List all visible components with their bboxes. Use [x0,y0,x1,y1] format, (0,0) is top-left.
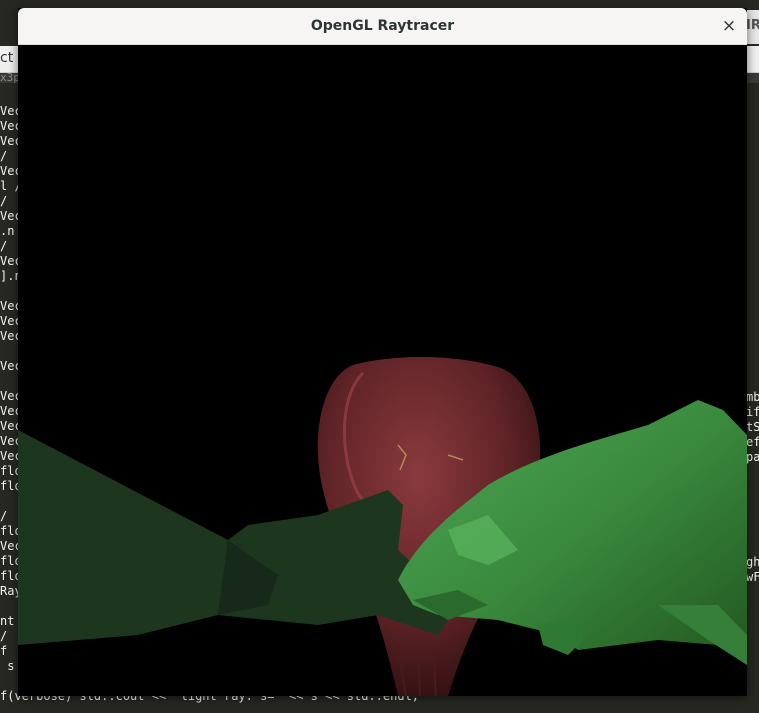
code-fragment-right: tS [746,420,759,434]
background-editor-toolbar-text: ct [0,50,14,66]
code-fragment-left: / [0,629,8,643]
close-icon: × [721,16,737,36]
code-fragment-left: f [0,644,8,658]
code-fragment-left: s [0,659,15,673]
code-fragment-left: / [0,194,8,208]
background-editor-tab-label: IR [746,18,759,33]
raytracer-window: OpenGL Raytracer × [18,8,747,696]
code-fragment-left: / [0,149,8,163]
code-fragment-right: gh [746,555,759,569]
background-editor-file-tab[interactable]: x3p [0,71,20,84]
code-fragment-right: ef [746,435,759,449]
code-fragment-right: pa [746,450,759,464]
rendered-scene [18,356,747,696]
code-fragment-left: / [0,239,8,253]
code-fragment-right: if [746,405,759,419]
render-viewport[interactable] [18,45,747,696]
code-fragment-left: / [0,509,8,523]
close-button[interactable]: × [717,14,741,38]
code-fragment-right: wF [746,570,759,584]
code-fragment-left: .n [0,224,15,238]
code-fragment-left: nt [0,614,15,628]
background-editor-tab[interactable]: IR [746,10,759,44]
code-fragment-right: mb [746,390,759,404]
window-title: OpenGL Raytracer [310,18,455,34]
window-titlebar[interactable]: OpenGL Raytracer × [18,8,747,45]
